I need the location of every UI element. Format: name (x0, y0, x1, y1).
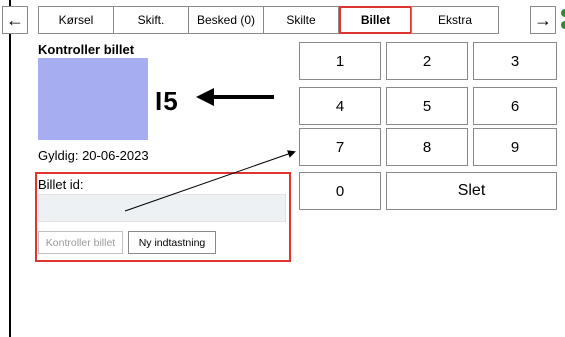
pointer-arrow-icon (124, 150, 296, 212)
big-arrow-icon (196, 88, 274, 106)
annotation-overlay (124, 88, 296, 212)
